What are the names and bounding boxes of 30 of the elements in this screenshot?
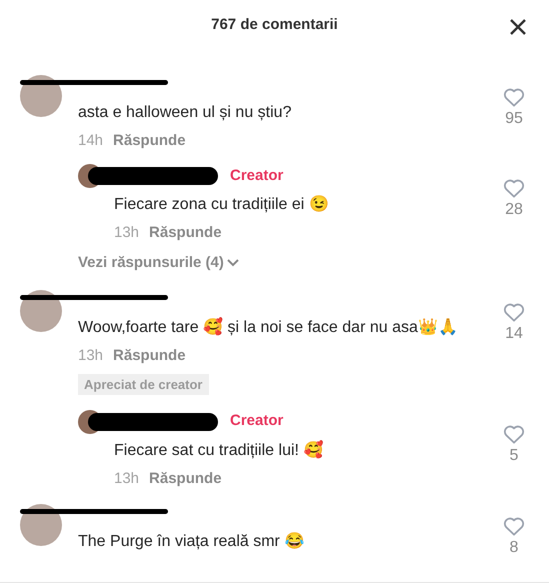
comment-time: 14h: [78, 131, 104, 151]
comment-text: Fiecare sat cu tradițiile lui! 🥰: [114, 440, 324, 460]
chevron-down-icon: [226, 258, 240, 268]
comment-text: The Purge în viața reală smr 😂: [78, 532, 306, 552]
heart-icon[interactable]: [503, 178, 525, 198]
reply-link[interactable]: Răspunde: [149, 468, 222, 488]
comment-time: 13h: [114, 468, 140, 488]
like-count: 8: [510, 538, 518, 558]
like-count: 14: [505, 324, 523, 344]
reply-link[interactable]: Răspunde: [149, 223, 222, 243]
like-count: 5: [510, 446, 518, 466]
close-icon[interactable]: [509, 18, 527, 36]
creator-label: Creator: [230, 411, 284, 432]
heart-icon[interactable]: [503, 302, 525, 322]
heart-icon[interactable]: [503, 87, 525, 107]
comments-title: 767 de comentarii: [211, 14, 338, 35]
reply-link[interactable]: Răspunde: [113, 346, 186, 366]
view-replies-link[interactable]: Vezi răspunsurile (4): [78, 252, 240, 274]
comment-text: asta e halloween ul și nu știu?: [78, 103, 292, 123]
comment-time: 13h: [114, 223, 140, 243]
like-count: 95: [505, 109, 523, 129]
creator-label: Creator: [230, 166, 284, 186]
heart-icon[interactable]: [503, 424, 525, 444]
comment-text: Woow,foarte tare 🥰 și la noi se face dar nu asa👑🙏: [78, 318, 459, 338]
like-count: 28: [505, 200, 523, 220]
comment-text: Fiecare zona cu tradițiile ei 😉: [114, 195, 330, 215]
comment-time: 13h: [78, 346, 104, 366]
liked-by-creator-tag: Apreciat de creator: [78, 374, 208, 395]
heart-icon[interactable]: [503, 516, 525, 536]
reply-link[interactable]: Răspunde: [113, 131, 186, 151]
